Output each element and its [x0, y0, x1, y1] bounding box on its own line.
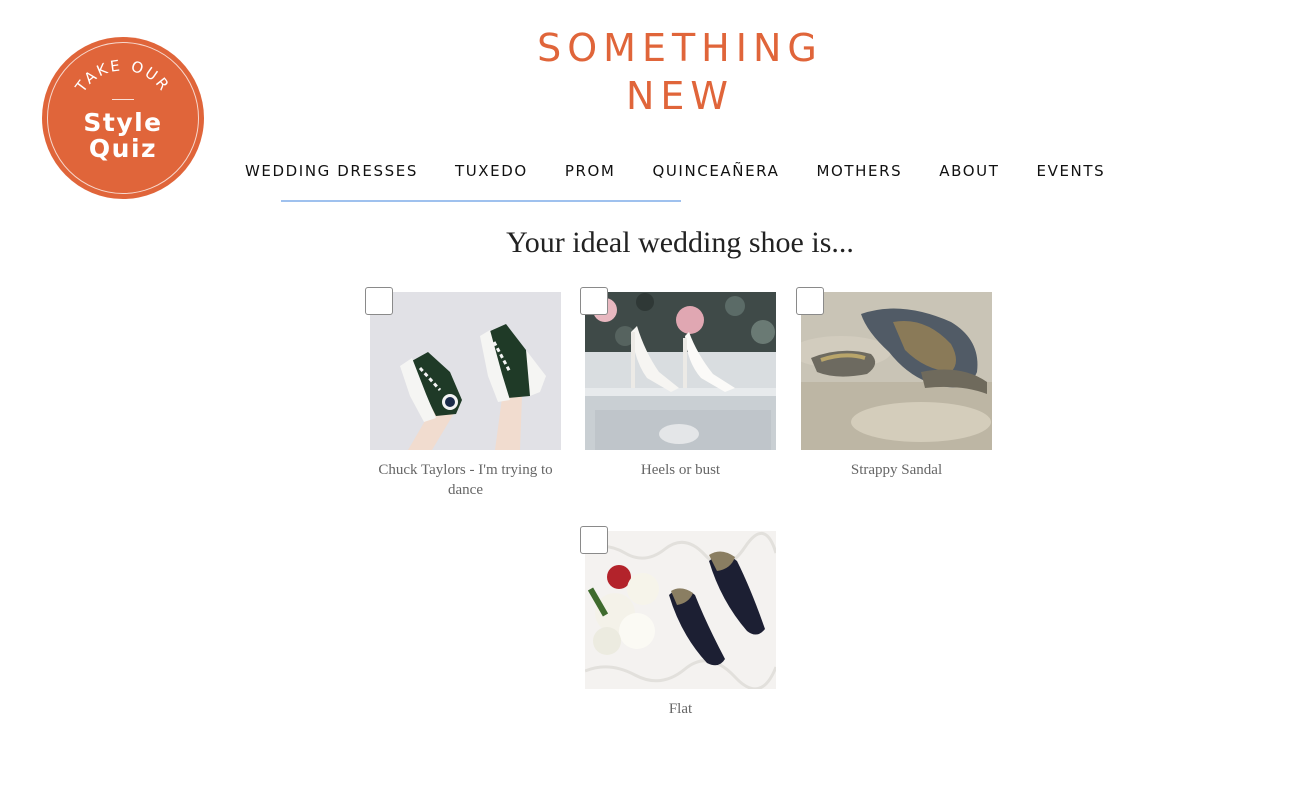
option-label: Flat: [668, 701, 693, 717]
option-checkbox[interactable]: [365, 287, 393, 315]
logo-line-2: NEW: [625, 74, 734, 118]
option-card[interactable]: Flat: [580, 526, 776, 719]
logo-line-1: SOMETHING: [537, 26, 823, 70]
white-heels-image[interactable]: [585, 292, 776, 450]
option-label: Strappy Sandal: [850, 462, 943, 478]
page: TAKE OUR Style Quiz SOMETHING NEW WEDDIN…: [0, 0, 1300, 808]
black-flats-with-roses-image[interactable]: [585, 531, 776, 689]
svg-text:TAKE OUR: TAKE OUR: [71, 56, 174, 96]
main-nav: WEDDING DRESSES TUXEDO PROM QUINCEAÑERA …: [245, 160, 1105, 182]
option-checkbox[interactable]: [796, 287, 824, 315]
option-card[interactable]: Heels or bust: [580, 287, 776, 480]
converse-sneakers-image[interactable]: [370, 292, 561, 450]
quiz-question: Your ideal wedding shoe is...: [506, 226, 854, 259]
option-card[interactable]: Strappy Sandal: [796, 287, 992, 480]
nav-item-quinceanera[interactable]: QUINCEAÑERA: [652, 162, 779, 180]
nav-item-wedding-dresses[interactable]: WEDDING DRESSES: [245, 162, 418, 180]
badge-divider: [112, 99, 134, 100]
badge-style-text: Style: [83, 108, 163, 137]
nav-underline: [281, 200, 681, 202]
option-label: Chuck Taylors - I'm trying to dance: [378, 462, 553, 498]
option-checkbox[interactable]: [580, 287, 608, 315]
nav-item-tuxedo[interactable]: TUXEDO: [455, 162, 528, 180]
nav-item-about[interactable]: ABOUT: [939, 162, 999, 180]
nav-item-prom[interactable]: PROM: [565, 162, 616, 180]
option-checkbox[interactable]: [580, 526, 608, 554]
option-card[interactable]: Chuck Taylors - I'm trying to dance: [365, 287, 561, 500]
nav-item-events[interactable]: EVENTS: [1037, 162, 1106, 180]
option-label: Heels or bust: [640, 462, 721, 478]
nav-item-mothers[interactable]: MOTHERS: [816, 162, 902, 180]
style-quiz-badge[interactable]: TAKE OUR Style Quiz: [42, 37, 204, 199]
badge-quiz-text: Quiz: [88, 134, 158, 163]
sandals-on-sand-image[interactable]: [801, 292, 992, 450]
site-logo[interactable]: SOMETHING NEW: [480, 24, 880, 120]
